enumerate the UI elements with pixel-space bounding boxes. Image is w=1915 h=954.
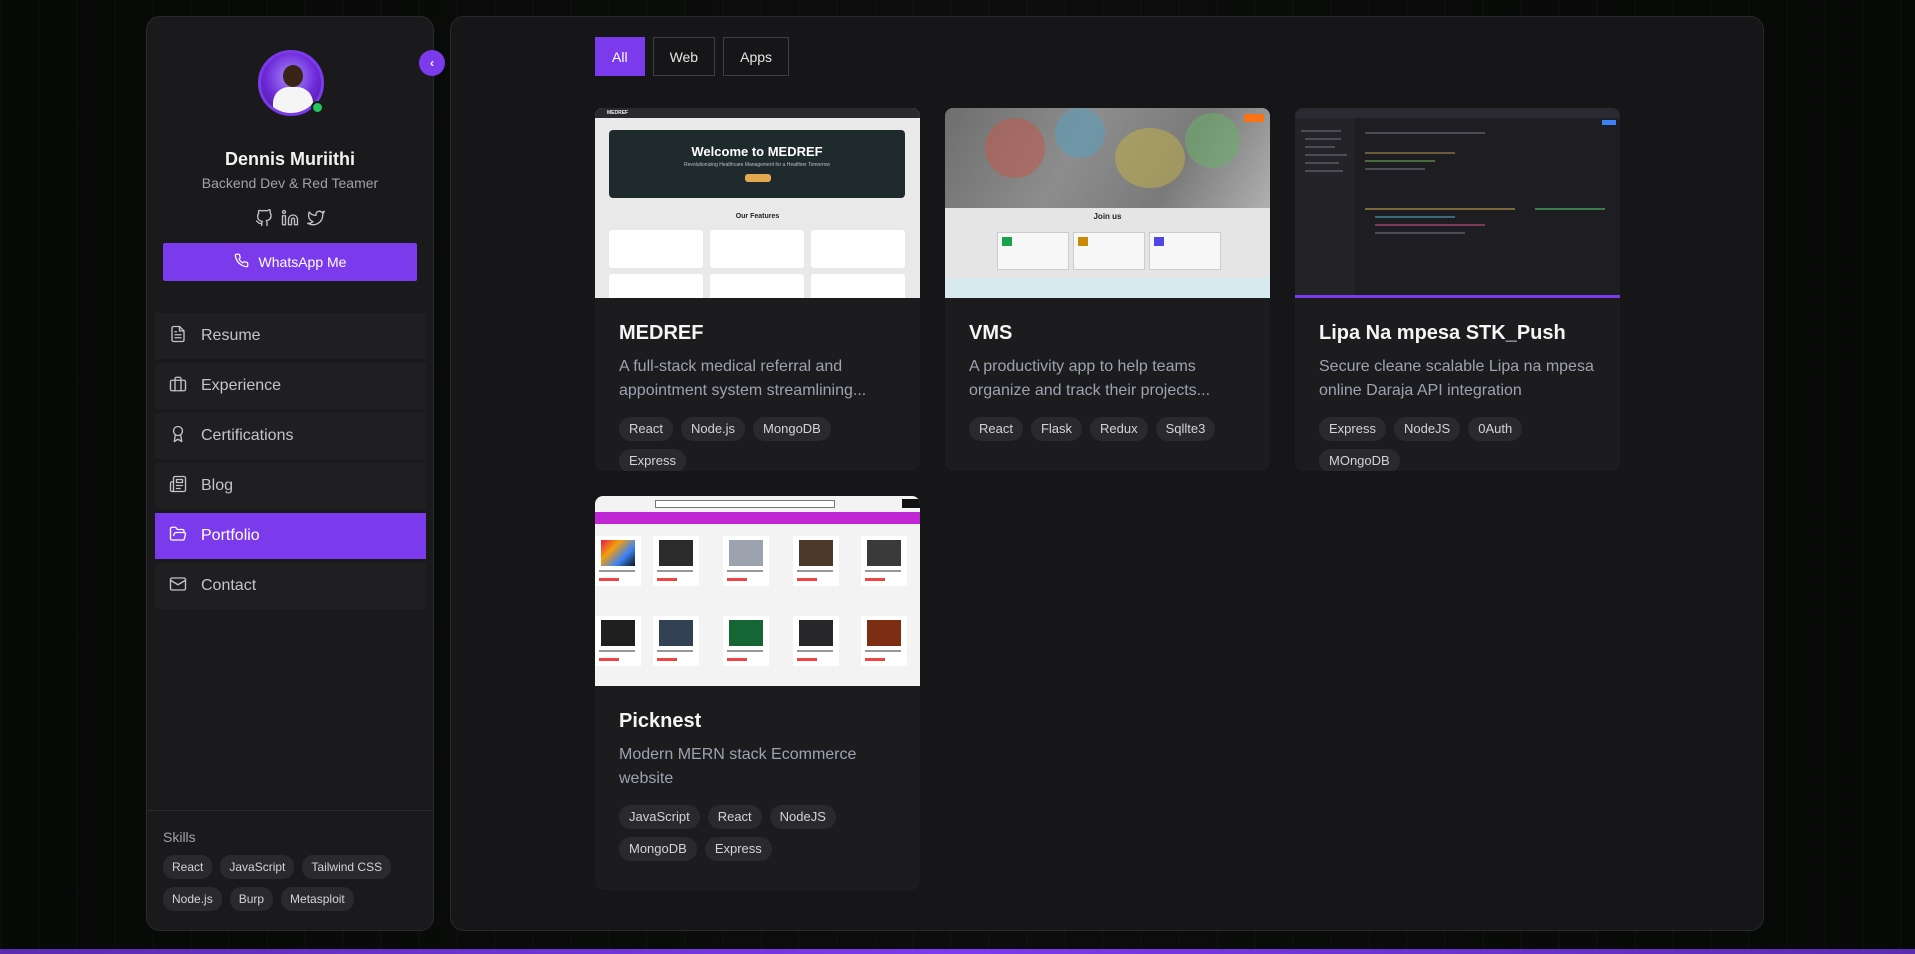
bottom-accent-line <box>0 949 1915 954</box>
portfolio-panel: All Web Apps MEDREF Welcome to MEDREF Re… <box>450 16 1764 931</box>
project-description: A productivity app to help teams organiz… <box>969 358 1211 399</box>
tech-tag: MongoDB <box>619 837 697 861</box>
project-title: MEDREF <box>619 322 704 344</box>
project-tags: React Node.js MongoDB Express <box>595 403 920 471</box>
folder-open-icon <box>169 525 187 548</box>
collapse-sidebar-button[interactable]: ‹ <box>419 50 445 76</box>
skills-section: Skills React JavaScript Tailwind CSS Nod… <box>147 810 433 911</box>
sidebar-item-label: Certifications <box>201 427 294 444</box>
sidebar: ‹ Dennis Muriithi Backend Dev & Red Team… <box>146 16 445 931</box>
mail-icon <box>169 575 187 598</box>
tech-tag: Express <box>619 449 686 471</box>
project-tags: JavaScript React NodeJS MongoDB Express <box>595 791 895 881</box>
profile-role: Backend Dev & Red Teamer <box>201 175 379 191</box>
skill-badge: Metasploit <box>281 887 354 911</box>
sidebar-item-label: Resume <box>201 327 261 344</box>
skill-badge: JavaScript <box>220 855 295 879</box>
project-thumbnail: Join us <box>945 108 1270 298</box>
newspaper-icon <box>169 475 187 498</box>
sidebar-item-experience[interactable]: Experience <box>155 363 426 409</box>
project-thumbnail <box>1295 108 1620 298</box>
tech-tag: Express <box>704 837 772 861</box>
thumb-hero-title: Welcome to MEDREF <box>691 144 823 159</box>
online-status-dot <box>311 101 324 114</box>
tech-tag: MOngoDB <box>1319 449 1400 471</box>
filter-all[interactable]: All <box>595 37 645 76</box>
skill-badge: Node.js <box>163 887 222 911</box>
whatsapp-button[interactable]: WhatsApp Me <box>163 243 417 281</box>
sidebar-nav: Resume Experience Certifications Blog Po… <box>155 313 426 609</box>
sidebar-item-certifications[interactable]: Certifications <box>155 413 426 459</box>
skill-badge: Tailwind CSS <box>302 855 392 879</box>
github-icon[interactable] <box>255 209 273 227</box>
sidebar-item-label: Contact <box>201 577 257 594</box>
sidebar-item-label: Portfolio <box>201 527 260 544</box>
tech-tag: Redux <box>1090 417 1148 441</box>
tech-tag: Express <box>1319 417 1386 441</box>
thumb-brand: MEDREF <box>607 110 629 116</box>
skills-list: React JavaScript Tailwind CSS Node.js Bu… <box>163 855 413 911</box>
skill-badge: Burp <box>229 887 274 911</box>
tech-tag: NodeJS <box>1393 417 1461 441</box>
tech-tag: 0Auth <box>1468 417 1523 441</box>
whatsapp-button-label: WhatsApp Me <box>258 254 347 270</box>
project-card-picknest[interactable]: Picknest Modern MERN stack Ecommerce web… <box>595 496 920 890</box>
briefcase-icon <box>169 375 187 398</box>
project-title: Lipa Na mpesa STK_Push <box>1319 322 1566 344</box>
sidebar-item-resume[interactable]: Resume <box>155 313 426 359</box>
project-description: Secure cleane scalable Lipa na mpesa onl… <box>1319 358 1594 399</box>
project-card-vms[interactable]: Join us VMS A productivity app to help t… <box>945 108 1270 471</box>
twitter-icon[interactable] <box>307 209 325 227</box>
social-links <box>147 209 433 227</box>
tech-tag: Sqllte3 <box>1155 417 1216 441</box>
sidebar-item-portfolio[interactable]: Portfolio <box>155 513 426 559</box>
skill-badge: React <box>163 855 213 879</box>
tech-tag: JavaScript <box>619 805 700 829</box>
project-thumbnail: MEDREF Welcome to MEDREF Revolutionizing… <box>595 108 920 298</box>
sidebar-item-contact[interactable]: Contact <box>155 563 426 609</box>
tech-tag: React <box>707 805 762 829</box>
project-card-lipa-na-mpesa[interactable]: Lipa Na mpesa STK_Push Secure cleane sca… <box>1295 108 1620 471</box>
phone-icon <box>234 253 249 271</box>
filter-apps[interactable]: Apps <box>723 37 790 76</box>
tech-tag: Node.js <box>680 417 746 441</box>
chevron-left-icon: ‹ <box>430 56 434 70</box>
skills-title: Skills <box>163 829 196 845</box>
project-description: A full-stack medical referral and appoin… <box>619 358 867 399</box>
sidebar-item-blog[interactable]: Blog <box>155 463 426 509</box>
thumb-heading: Join us <box>1093 212 1122 221</box>
avatar-wrapper <box>258 50 324 116</box>
filter-tabs: All Web Apps <box>595 37 790 76</box>
tech-tag: Flask <box>1030 417 1083 441</box>
award-icon <box>169 425 187 448</box>
sidebar-item-label: Experience <box>201 377 282 394</box>
tech-tag: NodeJS <box>769 805 836 829</box>
project-card-medref[interactable]: MEDREF Welcome to MEDREF Revolutionizing… <box>595 108 920 471</box>
project-tags: React Flask Redux Sqllte3 <box>945 403 1270 461</box>
profile-name: Dennis Muriithi <box>225 149 355 169</box>
sidebar-item-label: Blog <box>201 477 234 494</box>
project-title: Picknest <box>619 710 702 732</box>
project-tags: Express NodeJS 0Auth MOngoDB <box>1295 403 1620 471</box>
project-thumbnail <box>595 496 920 686</box>
tech-tag: MongoDB <box>753 417 831 441</box>
project-title: VMS <box>969 322 1013 344</box>
filter-web[interactable]: Web <box>652 37 716 76</box>
project-description: Modern MERN stack Ecommerce website <box>619 746 857 787</box>
linkedin-icon[interactable] <box>281 209 299 227</box>
thumb-section-title: Our Features <box>735 213 780 220</box>
thumb-hero-subtitle: Revolutionizing Healthcare Management fo… <box>683 162 831 168</box>
tech-tag: React <box>619 417 673 441</box>
document-icon <box>169 325 187 348</box>
tech-tag: React <box>969 417 1023 441</box>
